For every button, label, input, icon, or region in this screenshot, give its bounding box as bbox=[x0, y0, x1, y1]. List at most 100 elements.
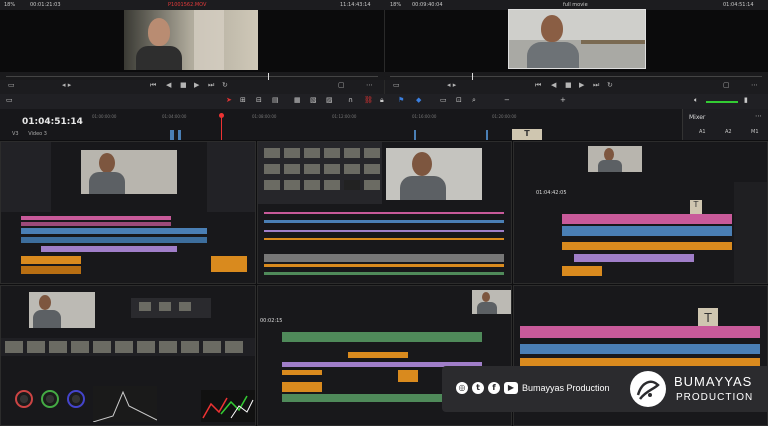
timeline-ruler[interactable]: 01:00:00:00 01:04:00:00 01:08:00:00 01:1… bbox=[92, 114, 682, 124]
zoom-custom-icon[interactable]: ⌕ bbox=[472, 96, 476, 105]
source-viewer[interactable] bbox=[0, 10, 384, 72]
curves-panel[interactable] bbox=[92, 386, 158, 423]
jog-icon[interactable]: ◂ ▸ bbox=[447, 81, 456, 89]
mixer-channel[interactable]: A1 bbox=[699, 129, 706, 135]
match-frame-icon[interactable]: ▢ bbox=[338, 81, 345, 89]
gain-color-wheel[interactable] bbox=[67, 390, 85, 408]
timeline-clip[interactable] bbox=[520, 358, 760, 366]
youtube-icon[interactable]: ▶ bbox=[504, 382, 518, 394]
trim-tool-icon[interactable]: ⊞ bbox=[240, 96, 246, 104]
lift-color-wheel[interactable] bbox=[15, 390, 33, 408]
skip-start-icon[interactable]: ⏮ bbox=[535, 81, 541, 90]
zoom-detail-icon[interactable]: ⊡ bbox=[456, 96, 462, 104]
timeline-clip[interactable] bbox=[264, 220, 504, 223]
skip-start-icon[interactable]: ⏮ bbox=[150, 81, 156, 90]
timeline-clip[interactable] bbox=[21, 256, 81, 264]
timeline-clip[interactable] bbox=[562, 266, 602, 276]
play-icon[interactable]: ▶ bbox=[579, 81, 584, 89]
stop-icon[interactable]: ■ bbox=[565, 81, 572, 89]
mixer-options-icon[interactable]: ⋯ bbox=[755, 112, 762, 120]
insert-clip-icon[interactable]: ▦ bbox=[294, 96, 301, 104]
zoom-in-icon[interactable]: + bbox=[560, 96, 566, 104]
viewer-options-icon[interactable]: ▭ bbox=[393, 81, 400, 89]
track-label[interactable]: Video 3 bbox=[28, 131, 47, 137]
timeline-clip[interactable] bbox=[398, 370, 418, 382]
timeline-name[interactable]: full movie bbox=[563, 0, 588, 10]
timeline-clip[interactable] bbox=[520, 326, 760, 338]
clip-marker[interactable] bbox=[414, 130, 416, 140]
timeline-zoom[interactable]: 18% bbox=[390, 0, 401, 10]
timeline-clip[interactable] bbox=[282, 382, 322, 392]
timeline-clip[interactable] bbox=[562, 242, 732, 250]
timeline-clip[interactable] bbox=[21, 266, 81, 274]
source-zoom[interactable]: 18% bbox=[4, 0, 15, 10]
timeline-current-timecode[interactable]: 01:04:51:14 bbox=[22, 117, 83, 127]
gamma-color-wheel[interactable] bbox=[41, 390, 59, 408]
loop-icon[interactable]: ↻ bbox=[222, 81, 228, 89]
zoom-full-icon[interactable]: ▭ bbox=[440, 96, 447, 104]
jog-icon[interactable]: ◂ ▸ bbox=[62, 81, 71, 89]
title-clip-thumbnail[interactable]: T bbox=[690, 200, 702, 214]
snapping-icon[interactable]: ∩ bbox=[348, 96, 353, 104]
position-lock-icon[interactable]: 🔒︎ bbox=[380, 96, 384, 105]
timeline-clip[interactable] bbox=[41, 246, 177, 252]
play-reverse-icon[interactable]: ◀ bbox=[166, 81, 171, 89]
source-scrub-bar[interactable] bbox=[0, 72, 384, 80]
overwrite-clip-icon[interactable]: ▧ bbox=[310, 96, 317, 104]
instagram-icon[interactable]: ◎ bbox=[456, 382, 468, 394]
skip-end-icon[interactable]: ⏭ bbox=[208, 81, 214, 90]
title-clip-thumbnail[interactable]: T bbox=[512, 129, 542, 140]
linked-selection-icon[interactable]: ⛓ bbox=[364, 96, 373, 104]
loop-icon[interactable]: ↻ bbox=[607, 81, 613, 89]
clip-marker[interactable] bbox=[486, 130, 488, 140]
facebook-icon[interactable]: f bbox=[488, 382, 500, 394]
timeline-clip[interactable] bbox=[562, 214, 732, 224]
timeline-clip[interactable] bbox=[264, 272, 504, 275]
skip-end-icon[interactable]: ⏭ bbox=[593, 81, 599, 90]
timeline-clip[interactable] bbox=[21, 228, 207, 234]
timeline-clip[interactable] bbox=[264, 264, 504, 267]
timeline-clip[interactable] bbox=[348, 352, 408, 358]
stop-icon[interactable]: ■ bbox=[180, 81, 187, 89]
options-icon[interactable]: ⋯ bbox=[751, 81, 758, 89]
play-reverse-icon[interactable]: ◀ bbox=[551, 81, 556, 89]
mixer-channel[interactable]: M1 bbox=[751, 129, 759, 135]
title-clip-thumbnail[interactable]: T bbox=[698, 308, 718, 328]
volume-icon[interactable]: 🔈︎ bbox=[694, 96, 698, 105]
timeline-clip[interactable] bbox=[574, 254, 694, 262]
timeline-scrub-bar[interactable] bbox=[384, 72, 768, 80]
node-graph[interactable] bbox=[131, 298, 211, 318]
mixer-channel[interactable]: A2 bbox=[725, 129, 732, 135]
blade-tool-icon[interactable]: ▤ bbox=[272, 96, 279, 104]
twitter-icon[interactable]: t bbox=[472, 382, 484, 394]
timeline-clip[interactable] bbox=[520, 344, 760, 354]
timeline-clip[interactable] bbox=[282, 370, 322, 375]
clip-marker[interactable] bbox=[170, 130, 174, 140]
clip-marker[interactable] bbox=[178, 130, 181, 140]
match-frame-icon[interactable]: ▢ bbox=[723, 81, 730, 89]
audio-meter-icon[interactable]: ▮ bbox=[744, 96, 748, 104]
options-icon[interactable]: ⋯ bbox=[366, 81, 373, 89]
timeline-clip[interactable] bbox=[21, 222, 171, 226]
dynamic-trim-icon[interactable]: ⊟ bbox=[256, 96, 262, 104]
play-icon[interactable]: ▶ bbox=[194, 81, 199, 89]
timeline-clip[interactable] bbox=[264, 238, 504, 240]
viewer-options-icon[interactable]: ▭ bbox=[8, 81, 15, 89]
timeline-clip[interactable] bbox=[264, 212, 504, 214]
timeline-clip[interactable] bbox=[562, 226, 732, 236]
timeline-clip[interactable] bbox=[21, 237, 207, 243]
timeline-clip[interactable] bbox=[264, 230, 504, 232]
source-clip-name[interactable]: P1001562.MOV bbox=[168, 0, 206, 10]
layout-icon[interactable]: ▭ bbox=[6, 96, 13, 104]
flag-icon[interactable]: ⚑ bbox=[398, 96, 404, 104]
zoom-out-icon[interactable]: − bbox=[504, 96, 510, 104]
marker-icon[interactable]: ◆ bbox=[416, 96, 421, 104]
timeline-clip[interactable] bbox=[282, 332, 482, 342]
selection-tool-icon[interactable]: ➤ bbox=[226, 96, 232, 104]
timeline-clip[interactable] bbox=[282, 394, 442, 402]
timeline-clip[interactable] bbox=[21, 216, 171, 220]
replace-clip-icon[interactable]: ▨ bbox=[326, 96, 333, 104]
timeline-clip[interactable] bbox=[211, 256, 247, 272]
timeline-clip[interactable] bbox=[264, 254, 504, 262]
volume-slider[interactable] bbox=[706, 101, 738, 103]
